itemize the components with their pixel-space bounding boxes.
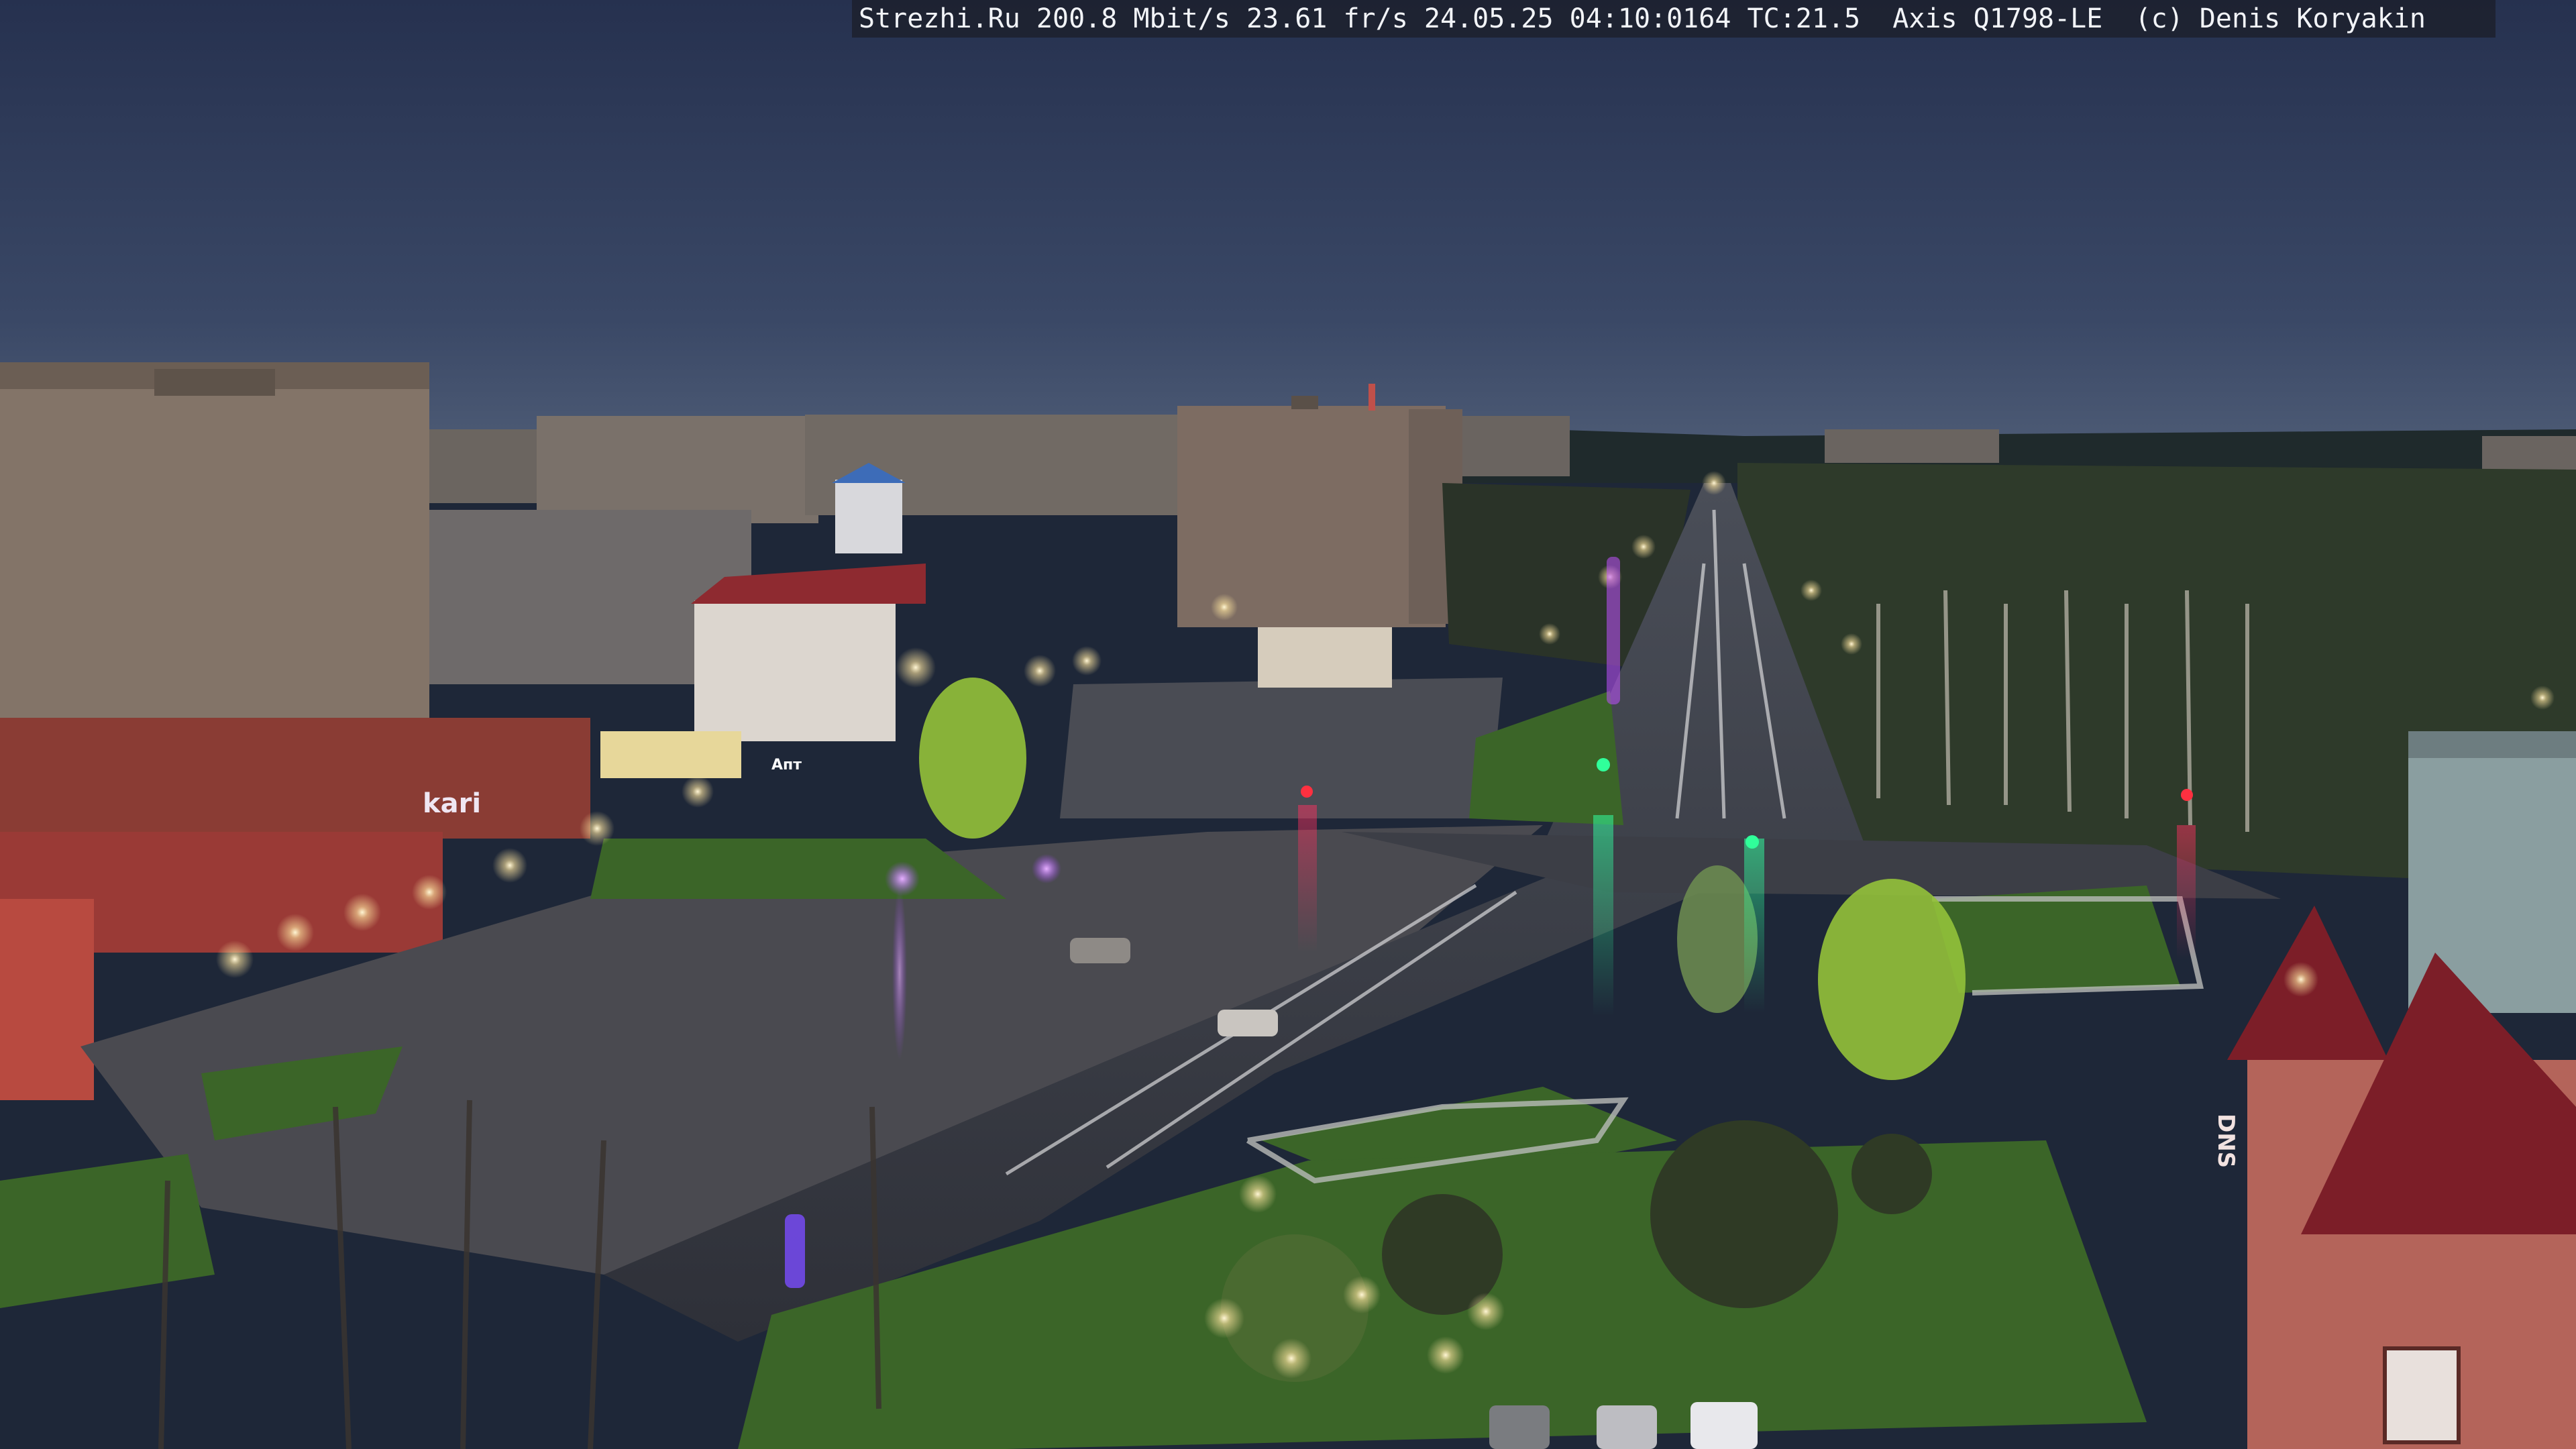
kiosk — [1258, 627, 1392, 688]
red-roof-house — [691, 564, 926, 741]
town-square — [1060, 678, 1503, 818]
reflection-red-2 — [2177, 825, 2196, 959]
pharmacy-sign: Апт — [771, 757, 802, 773]
camera-osd-overlay: Strezhi.Ru 200.8 Mbit/s 23.61 fr/s 24.05… — [852, 0, 2496, 38]
blue-roof-tower — [835, 480, 902, 553]
reflection-green-2 — [1744, 839, 1764, 1013]
store-sign-kari: kari — [423, 788, 482, 819]
left-apartment-block — [0, 362, 429, 765]
yellow-shop — [600, 731, 741, 778]
reflection-green-1 — [1593, 815, 1613, 1016]
dns-sign: DNS — [2212, 1114, 2239, 1169]
central-tower — [1177, 384, 1462, 627]
webcam-scene — [0, 0, 2576, 1449]
reflection-red-1 — [1298, 805, 1317, 953]
reflection-purple — [892, 885, 907, 1060]
